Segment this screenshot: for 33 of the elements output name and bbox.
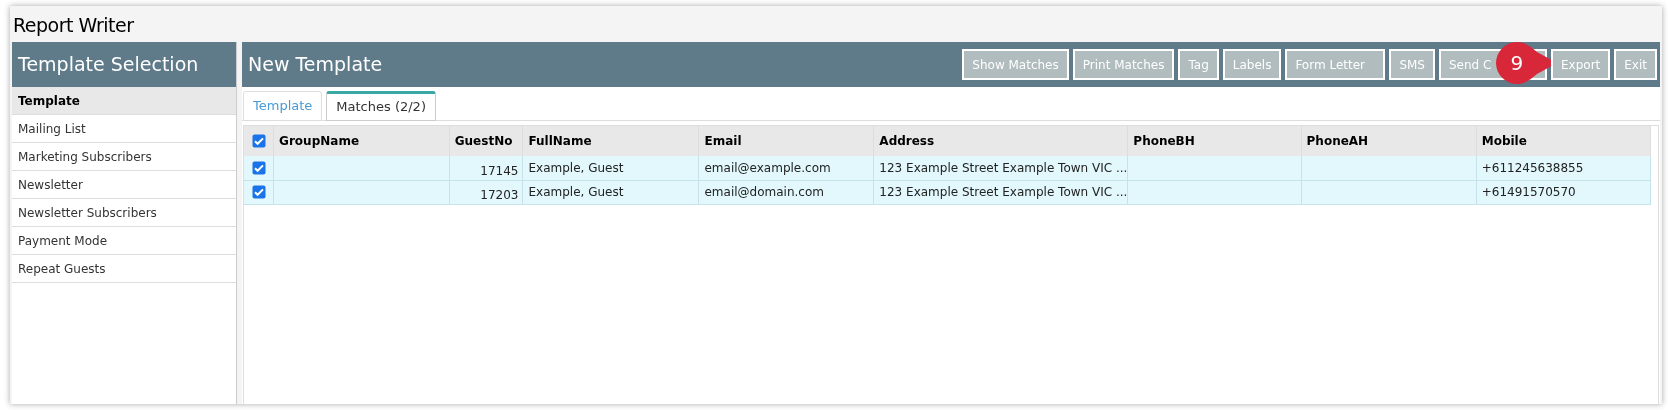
toolbar-button[interactable]: Export: [1551, 49, 1611, 80]
checkbox[interactable]: [251, 185, 266, 199]
table-cell: 123 Example Street Example Town VIC ...: [879, 185, 1128, 199]
sidebar-item[interactable]: Marketing Subscribers: [12, 143, 236, 171]
toolbar-button[interactable]: Form Letter: [1285, 49, 1386, 80]
sidebar-item[interactable]: Newsletter: [12, 171, 236, 199]
sidebar-item[interactable]: Payment Mode: [12, 227, 236, 255]
checkbox[interactable]: [251, 134, 266, 148]
table-cell: Example, Guest: [528, 160, 624, 175]
table-cell: +611245638855: [1481, 160, 1584, 175]
toolbar-button[interactable]: Labels: [1222, 49, 1282, 80]
tab[interactable]: Matches (2/2): [326, 91, 436, 121]
sidebar-item[interactable]: Template: [12, 87, 236, 115]
panel-title: New Template: [248, 52, 383, 78]
panel-header: Template Selection: [12, 42, 236, 87]
table-cell: Example, Guest: [528, 185, 624, 199]
table-cell: 123 Example Street Example Town VIC ...: [879, 160, 1128, 175]
table-cell: +61491570570: [1481, 185, 1576, 199]
table-cell: 17145: [480, 163, 519, 178]
tab[interactable]: Template: [243, 91, 323, 121]
window-title: Report Writer: [12, 13, 134, 38]
sidebar-item[interactable]: Newsletter Subscribers: [12, 199, 236, 227]
sidebar-item[interactable]: Repeat Guests: [12, 255, 236, 283]
toolbar-button[interactable]: Show Matches: [962, 49, 1069, 80]
toolbar-button[interactable]: SMS: [1389, 49, 1435, 80]
sidebar-item[interactable]: Mailing List: [12, 115, 236, 143]
toolbar-button[interactable]: Tag: [1178, 49, 1219, 80]
table-cell: email@example.com: [704, 160, 831, 175]
toolbar-button[interactable]: Print Matches: [1072, 49, 1175, 80]
checkbox[interactable]: [251, 160, 266, 175]
table-cell: email@domain.com: [704, 185, 824, 199]
table-cell: 17203: [480, 187, 519, 202]
toolbar-button[interactable]: Exit: [1614, 49, 1657, 80]
